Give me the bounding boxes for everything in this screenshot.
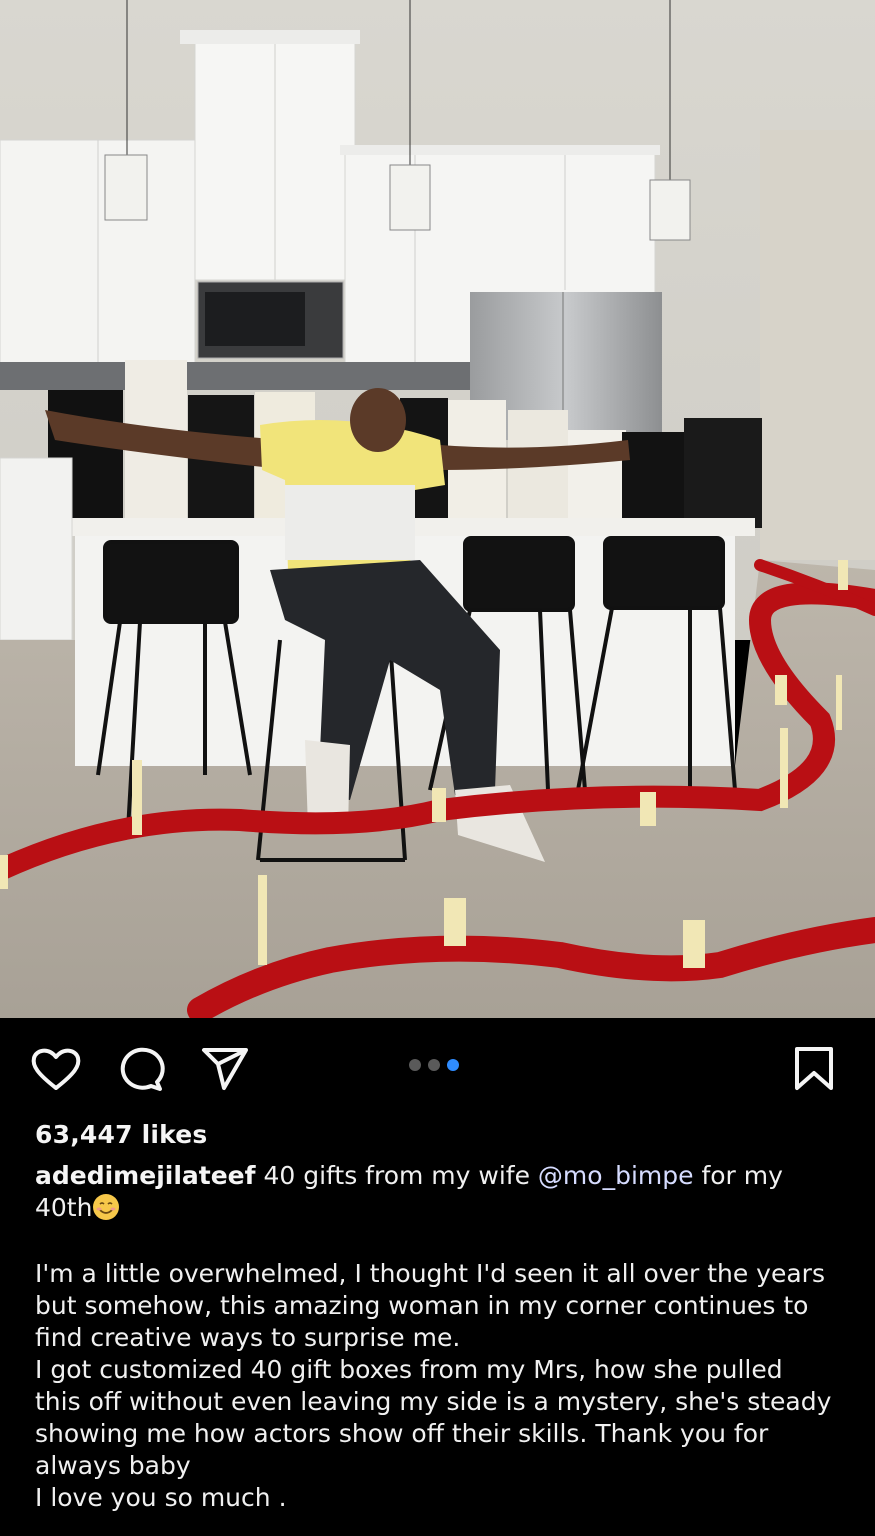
caption-text: 40th bbox=[35, 1193, 93, 1222]
post-photo[interactable] bbox=[0, 0, 875, 1018]
caption-username[interactable]: adedimejilateef bbox=[35, 1161, 256, 1190]
caption-body: I'm a little overwhelmed, I thought I'd … bbox=[35, 1258, 845, 1514]
heart-icon[interactable] bbox=[30, 1046, 82, 1092]
carousel-dot[interactable] bbox=[428, 1059, 440, 1071]
caption-line: I got customized 40 gift boxes from my M… bbox=[35, 1355, 783, 1384]
caption-mention[interactable]: @mo_bimpe bbox=[538, 1161, 694, 1190]
caption-line: but somehow, this amazing woman in my co… bbox=[35, 1291, 809, 1320]
bookmark-icon[interactable] bbox=[794, 1046, 834, 1092]
caption-line: find creative ways to surprise me. bbox=[35, 1323, 461, 1352]
post-caption: adedimejilateef 40 gifts from my wife @m… bbox=[35, 1160, 845, 1514]
comment-bubble-icon[interactable] bbox=[115, 1046, 165, 1092]
carousel-dot-active[interactable] bbox=[447, 1059, 459, 1071]
carousel-indicator bbox=[409, 1059, 459, 1071]
caption-line: this off without even leaving my side is… bbox=[35, 1387, 832, 1416]
caption-line: showing me how actors show off their ski… bbox=[35, 1419, 769, 1448]
caption-line: always baby bbox=[35, 1451, 191, 1480]
paper-plane-icon[interactable] bbox=[200, 1046, 250, 1092]
smiling-face-icon bbox=[93, 1194, 120, 1220]
likes-count[interactable]: 63,447 likes bbox=[35, 1120, 208, 1149]
caption-text: 40 gifts from my wife bbox=[255, 1161, 538, 1190]
carousel-dot[interactable] bbox=[409, 1059, 421, 1071]
caption-text: for my bbox=[693, 1161, 783, 1190]
caption-line: I'm a little overwhelmed, I thought I'd … bbox=[35, 1259, 825, 1288]
caption-line: I love you so much . bbox=[35, 1483, 287, 1512]
